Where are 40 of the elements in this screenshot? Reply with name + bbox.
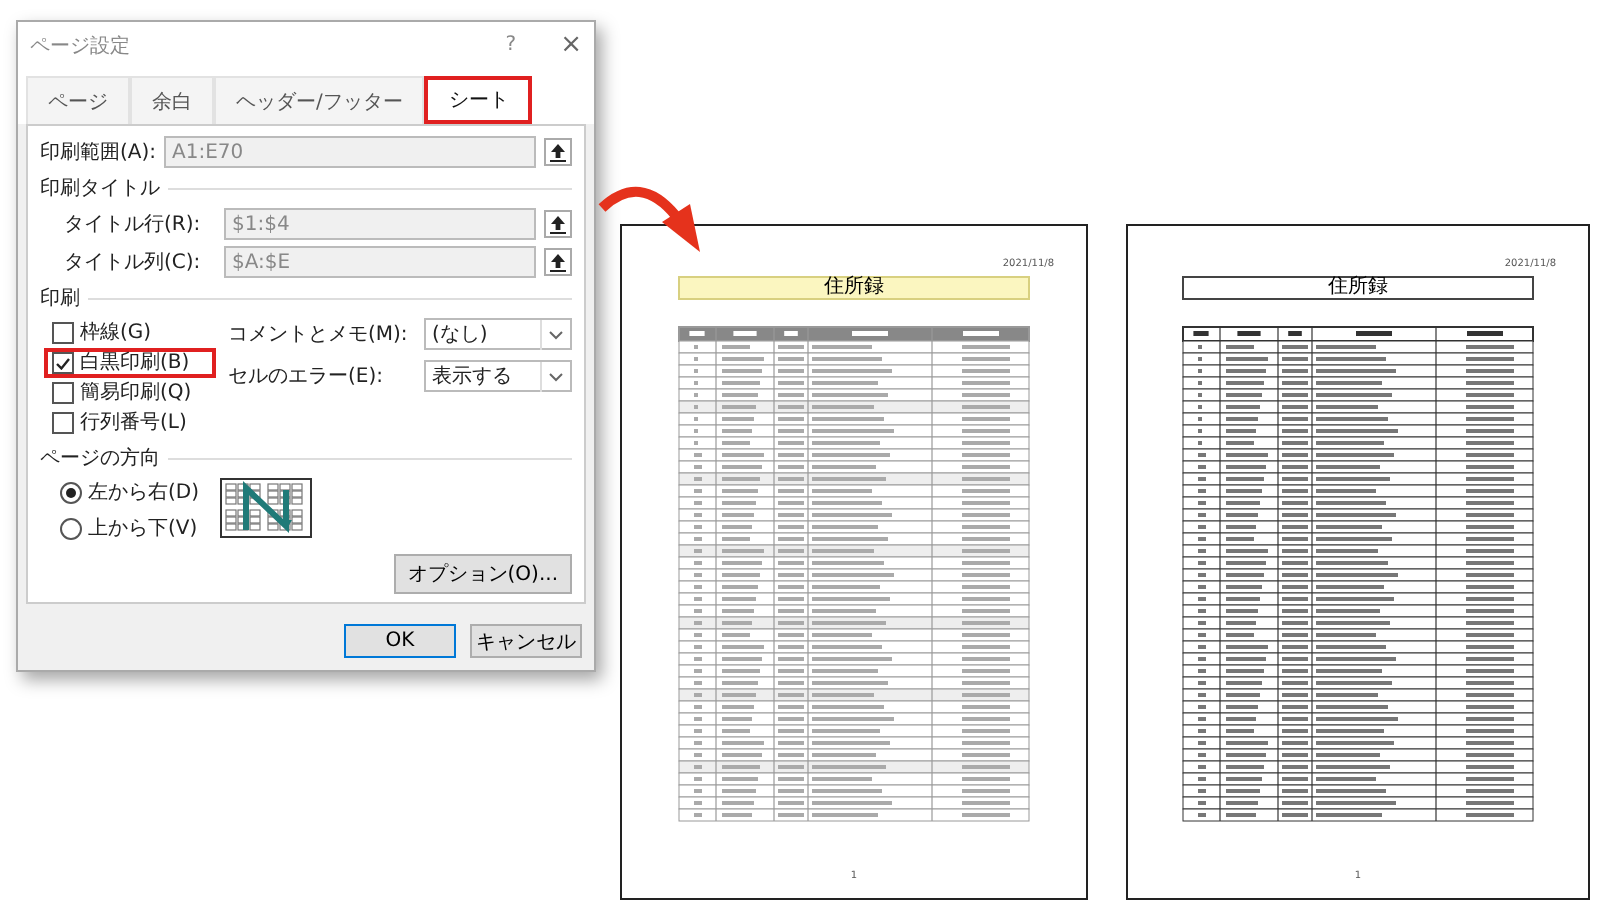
dropdown-value: 表示する	[432, 363, 512, 390]
tab[interactable]: シート	[424, 76, 533, 124]
dropdown-value: (なし)	[432, 322, 488, 348]
collapse-button[interactable]	[544, 138, 572, 166]
field-label: タイトル行(R):	[64, 212, 203, 238]
radio-label: 上から下(V)	[88, 515, 198, 542]
tab[interactable]: ヘッダー/フッター	[214, 76, 425, 124]
sheet-title: 住所録	[678, 276, 1030, 300]
checkbox-label: 枠線(G)	[80, 322, 152, 344]
section-heading: 印刷	[40, 285, 80, 312]
help-button[interactable]: ?	[505, 34, 517, 56]
field-label: 印刷範囲(A):	[40, 139, 157, 166]
section-heading: 印刷タイトル	[40, 175, 160, 202]
cancel-button[interactable]: キャンセル	[470, 624, 582, 658]
sheet-title: 住所録	[1182, 276, 1534, 300]
checkbox[interactable]	[52, 352, 74, 374]
radio-button[interactable]	[60, 517, 82, 539]
collapse-button[interactable]	[544, 248, 572, 276]
field-label: タイトル列(C):	[64, 250, 203, 276]
ok-button[interactable]: OK	[344, 624, 456, 658]
section-heading: ページの方向	[40, 445, 160, 472]
checkbox[interactable]	[52, 322, 74, 344]
tab[interactable]: ページ	[26, 76, 130, 124]
dialog-title: ページ設定	[30, 33, 132, 59]
checkbox-label: 行列番号(L)	[80, 412, 187, 434]
radio-label: 左から右(D)	[88, 480, 200, 506]
checkbox[interactable]	[52, 412, 74, 434]
dropdown-label: セルのエラー(E):	[228, 364, 385, 390]
checkbox-label: 簡易印刷(Q)	[80, 382, 192, 404]
dropdown[interactable]: 表示する	[424, 360, 572, 392]
page-order-icon	[219, 478, 312, 538]
radio-button[interactable]	[60, 481, 82, 503]
tab[interactable]: 余白	[130, 76, 214, 124]
checkbox[interactable]	[52, 382, 74, 404]
checkbox-label: 白黒印刷(B)	[80, 352, 190, 374]
dropdown-label: コメントとメモ(M):	[228, 322, 410, 348]
collapse-button[interactable]	[544, 210, 572, 238]
dropdown[interactable]: (なし)	[424, 318, 572, 350]
options-button[interactable]: オプション(O)...	[393, 554, 572, 594]
close-button[interactable]: ×	[560, 30, 582, 60]
